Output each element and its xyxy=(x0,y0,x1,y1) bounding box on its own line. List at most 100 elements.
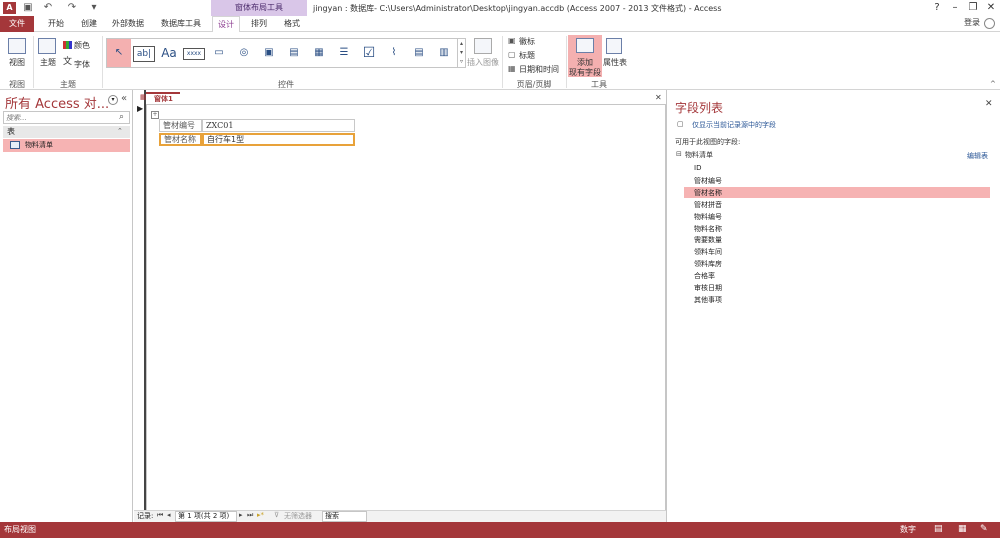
insert-image-icon[interactable] xyxy=(474,38,492,54)
redo-icon[interactable]: ↷ xyxy=(66,2,78,14)
theme-icon[interactable] xyxy=(38,38,56,54)
field-list-item[interactable]: 审核日期 xyxy=(694,283,722,293)
restore-icon[interactable]: ❐ xyxy=(966,1,980,15)
tab-arrange[interactable]: 排列 xyxy=(245,16,273,32)
available-fields-label: 可用于此视图的字段: xyxy=(675,138,741,146)
show-only-current-source-link[interactable]: 仅显示当前记录源中的字段 xyxy=(692,120,776,130)
filter-status[interactable]: 无筛选器 xyxy=(284,511,312,521)
textbox-control[interactable]: ab| xyxy=(133,46,155,62)
nav-pane-title[interactable]: 所有 Access 对... xyxy=(5,93,109,112)
label-control[interactable]: Aa xyxy=(158,43,180,65)
record-position[interactable]: 第 1 项(共 2 项) xyxy=(175,511,237,522)
list-box-icon[interactable]: ▤ xyxy=(408,43,430,65)
nav-search-box xyxy=(3,111,130,124)
access-app-icon[interactable]: A xyxy=(3,2,16,14)
tab-home[interactable]: 开始 xyxy=(42,16,70,32)
color-button[interactable]: 颜色 xyxy=(74,40,90,51)
date-time-button[interactable]: 日期和时间 xyxy=(519,64,559,75)
record-search-input[interactable]: 搜索 xyxy=(322,511,367,522)
field-list-item[interactable]: 管材拼音 xyxy=(694,200,722,210)
field-list-item[interactable]: 物料名称 xyxy=(694,224,722,234)
field-value-pipe-name[interactable]: 自行车1型 xyxy=(202,133,355,146)
tab-format[interactable]: 格式 xyxy=(278,16,306,32)
minimize-icon[interactable]: – xyxy=(948,1,962,15)
tab-external-data[interactable]: 外部数据 xyxy=(108,16,148,32)
tab-design[interactable]: 设计 xyxy=(212,16,240,32)
field-list-item[interactable]: ID xyxy=(694,164,701,172)
title-button[interactable]: 标题 xyxy=(519,50,535,61)
view-icon[interactable] xyxy=(8,38,26,54)
pointer-icon[interactable]: ↖ xyxy=(108,43,130,65)
collapse-ribbon-icon[interactable]: ^ xyxy=(990,80,996,88)
close-doc-icon[interactable]: ✕ xyxy=(655,93,662,102)
insert-image-button[interactable]: 插入图像 xyxy=(466,57,500,68)
property-sheet-button[interactable]: 属性表 xyxy=(602,57,628,68)
collapse-table-icon[interactable]: ⊟ xyxy=(676,150,682,158)
window-title: jingyan : 数据库- C:\Users\Administrator\De… xyxy=(313,4,722,13)
field-list-item[interactable]: 管材编号 xyxy=(694,176,722,186)
field-list-item[interactable]: 合格率 xyxy=(694,271,715,281)
checkbox-icon[interactable]: ☑ xyxy=(358,43,380,65)
gallery-scroll[interactable]: ▴ ▾ ▿ xyxy=(457,39,465,67)
tab-create[interactable]: 创建 xyxy=(75,16,103,32)
navigation-control-icon[interactable]: ▤ xyxy=(283,43,305,65)
option-group-icon[interactable]: ▦ xyxy=(308,43,330,65)
view-button[interactable]: 视图 xyxy=(4,57,30,68)
prev-record-icon[interactable]: ◂ xyxy=(167,511,171,519)
new-record-icon[interactable]: ▸* xyxy=(257,511,264,519)
title-icon[interactable]: ▢ xyxy=(508,50,516,59)
tab-file[interactable]: 文件 xyxy=(0,16,34,32)
web-browser-icon[interactable]: ▣ xyxy=(258,43,280,65)
design-view-icon[interactable]: ✎ xyxy=(980,524,988,534)
layout-view-icon[interactable]: ▦ xyxy=(958,524,967,534)
tab-control-icon[interactable]: ▭ xyxy=(208,43,230,65)
next-record-icon[interactable]: ▸ xyxy=(239,511,243,519)
doc-tab-form1[interactable]: 窗体1 xyxy=(146,92,180,104)
account-icon[interactable] xyxy=(984,18,995,29)
font-icon[interactable]: 文 xyxy=(63,58,72,67)
customize-qat-icon[interactable]: ▾ xyxy=(88,2,100,14)
field-list-item[interactable]: 物料编号 xyxy=(694,212,722,222)
chart-icon[interactable]: ▥ xyxy=(433,43,455,65)
field-list-item[interactable]: 管材名称 xyxy=(694,188,722,198)
close-field-list-icon[interactable]: ✕ xyxy=(985,99,993,109)
search-icon[interactable]: ⌕ xyxy=(119,112,124,122)
form-view-icon[interactable]: ▤ xyxy=(934,524,943,534)
nav-search-input[interactable] xyxy=(4,112,114,123)
color-icon[interactable] xyxy=(63,41,72,49)
nav-item-material-list[interactable]: 物料清单 xyxy=(3,139,130,152)
button-control[interactable]: xxxx xyxy=(183,48,205,60)
field-list-item[interactable]: 领料库房 xyxy=(694,259,722,269)
first-record-icon[interactable]: ⏮ xyxy=(157,511,163,520)
field-list-item[interactable]: 其他事项 xyxy=(694,295,722,305)
date-time-icon[interactable]: ▦ xyxy=(508,64,516,73)
property-sheet-icon[interactable] xyxy=(606,38,622,54)
layout-selector-icon[interactable]: + xyxy=(151,111,159,119)
record-nav-prefix: 记录: xyxy=(137,512,154,520)
logo-icon[interactable]: ▣ xyxy=(508,36,516,45)
nav-group-tables[interactable]: 表 xyxy=(3,126,130,138)
close-window-icon[interactable]: ✕ xyxy=(984,1,998,15)
field-list-table-name[interactable]: 物料清单 xyxy=(685,150,713,160)
font-button[interactable]: 字体 xyxy=(74,59,90,70)
nav-menu-icon[interactable]: ▾ xyxy=(108,95,118,105)
sign-in-link[interactable]: 登录 xyxy=(964,17,980,28)
field-list-item[interactable]: 需要数量 xyxy=(694,235,722,245)
logo-button[interactable]: 徽标 xyxy=(519,36,535,47)
table-icon xyxy=(10,141,20,149)
hyperlink-icon[interactable]: ◎ xyxy=(233,43,255,65)
undo-icon[interactable]: ↶ xyxy=(42,2,54,14)
collapse-group-icon[interactable]: ⌃ xyxy=(117,127,123,135)
last-record-icon[interactable]: ⏭ xyxy=(247,511,253,520)
edit-table-link[interactable]: 编辑表 xyxy=(967,151,988,161)
combo-box-icon[interactable]: ☰ xyxy=(333,43,355,65)
save-icon[interactable]: ▣ xyxy=(22,2,34,14)
attachment-icon[interactable]: ⌇ xyxy=(383,43,405,65)
help-button[interactable]: ? xyxy=(930,1,944,15)
field-list-item[interactable]: 领料车间 xyxy=(694,247,722,257)
context-tool-header: 窗体布局工具 xyxy=(211,0,307,16)
theme-button[interactable]: 主题 xyxy=(36,57,60,68)
tab-database-tools[interactable]: 数据库工具 xyxy=(156,16,206,32)
collapse-nav-icon[interactable]: « xyxy=(121,93,127,104)
field-value-pipe-code[interactable]: ZXC01 xyxy=(202,119,355,132)
